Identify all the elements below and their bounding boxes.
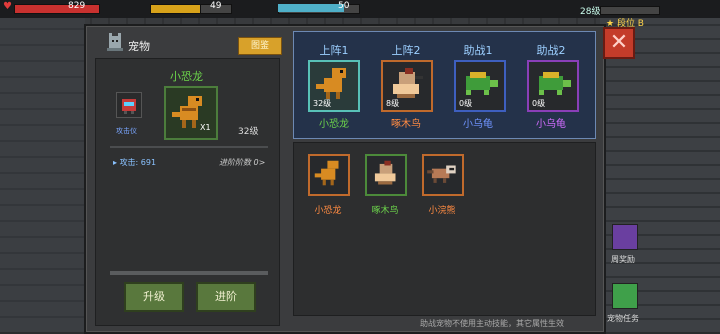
divider-line — [110, 146, 268, 148]
inventory-pet-name-3: 小浣熊 — [428, 206, 456, 216]
attack-device-icon — [122, 99, 136, 114]
attack-stat-text: 攻击: 691 — [119, 158, 157, 167]
inventory-pet-name-2: 啄木鸟 — [371, 206, 399, 216]
slot-header-2: 上阵2 — [391, 44, 421, 57]
slot-pet-name-3: 小乌龟 — [463, 119, 493, 130]
weekly-reward-icon[interactable] — [612, 224, 638, 250]
attack-stat: ▸ 攻击: 691 — [113, 158, 157, 167]
slot-pet-name-4: 小乌龟 — [536, 119, 566, 130]
close-button[interactable]: ✕ — [603, 27, 635, 59]
scroll-bar[interactable] — [110, 271, 268, 275]
advance-progress[interactable]: 进阶阶数 0> — [219, 157, 265, 168]
slot-pet-name-1: 小恐龙 — [319, 119, 349, 130]
advance-button[interactable]: 进阶 — [196, 282, 256, 312]
background-building-left — [0, 18, 85, 332]
skill-slot[interactable] — [116, 92, 142, 118]
dinosaur-icon — [314, 160, 339, 186]
slot-level-4: 0级 — [532, 99, 546, 108]
slot-level-3: 0级 — [459, 99, 473, 108]
slot-pet-name-2: 啄木鸟 — [391, 119, 421, 130]
inventory-pet-2[interactable] — [365, 154, 407, 196]
pet-level: 32级 — [238, 127, 259, 137]
codex-button[interactable]: 图鉴 — [238, 37, 282, 55]
slot-header-3: 助战1 — [463, 44, 493, 57]
inventory-pet-3[interactable] — [422, 154, 464, 196]
slot-header-4: 助战2 — [536, 44, 566, 57]
lineup-slot-3[interactable]: 0级 — [454, 60, 506, 112]
pet-header-icon — [106, 32, 124, 52]
heart-icon: ♥ — [3, 1, 12, 12]
slot-level-2: 8级 — [386, 99, 400, 108]
skill-label: 攻击仪 — [116, 127, 137, 135]
pet-task-label: 宠物任务 — [607, 314, 639, 323]
pet-count: X1 — [200, 123, 211, 132]
dialog-title: 宠物 — [128, 40, 150, 53]
hp-bar — [14, 4, 100, 14]
slot-header-1: 上阵1 — [319, 44, 349, 57]
slot-level-1: 32级 — [313, 99, 332, 108]
inventory-pet-1[interactable] — [308, 154, 350, 196]
hp-value: 829 — [68, 1, 86, 11]
lineup-slot-1[interactable]: 32级 — [308, 60, 360, 112]
gift-icon[interactable] — [612, 283, 638, 309]
gold-value: 49 — [210, 1, 222, 11]
xp-bar — [600, 6, 660, 15]
raccoon-icon — [427, 165, 456, 183]
energy-value: 50 — [338, 1, 350, 11]
player-level: 28级 — [580, 7, 601, 17]
woodpecker-icon — [374, 160, 396, 185]
lineup-slot-4[interactable]: 0级 — [527, 60, 579, 112]
lineup-slot-2[interactable]: 8级 — [381, 60, 433, 112]
gold-bar — [150, 4, 201, 14]
selected-pet-name: 小恐龙 — [170, 70, 203, 83]
upgrade-button[interactable]: 升级 — [124, 282, 184, 312]
footer-note: 助战宠物不使用主动技能，其它属性生效 — [420, 319, 564, 328]
weekly-reward-label: 周奖励 — [611, 255, 635, 264]
inventory-pet-name-1: 小恐龙 — [314, 206, 342, 216]
energy-bar — [278, 4, 344, 12]
